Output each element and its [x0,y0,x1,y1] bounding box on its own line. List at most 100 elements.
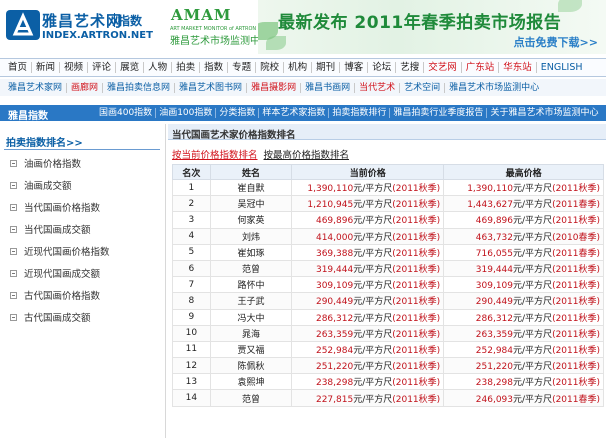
current-price-value: 227,815 [315,394,354,405]
artist-name-link[interactable]: 陈佩秋 [209,357,293,375]
ranking-table-body: 1 崔自默 1,390,110元/平方尺(2011秋季) 1,390,110元/平方尺… [172,178,604,407]
sub-nav-item[interactable]: 雅昌摄影网 [247,82,302,93]
main-nav-item[interactable]: 广东站 [462,62,500,73]
main-nav-item[interactable]: ENGLISH [537,62,587,73]
current-price-value: 290,449 [315,297,354,308]
site-logo[interactable]: 雅昌艺术网 指数 INDEX.ARTRON.NET [2,4,153,48]
current-price-cell: 319,444元/平方尺(2011秋季) [291,259,445,278]
index-section-link[interactable]: 样本艺术家指数 [259,108,330,118]
highest-price-cell: 290,449元/平方尺(2011秋季) [443,292,604,310]
sidebar-item[interactable]: 古代国画价格指数 [10,288,100,302]
artist-name-link[interactable]: 贾又福 [209,340,293,359]
artist-name-link[interactable]: 崔自默 [209,178,293,197]
main-nav-item[interactable]: 交艺网 [424,62,462,73]
price-unit: 元/平方尺 [513,281,553,292]
main-nav-item[interactable]: 院校 [256,62,285,73]
current-price-cell: 369,388元/平方尺(2011秋季) [291,243,445,261]
current-price-season: (2011秋季) [392,362,441,373]
artist-name-link[interactable]: 晁海 [209,324,293,342]
index-section-link[interactable]: 关于雅昌艺术市场监测中心 [487,108,601,118]
amam-logo[interactable]: AMAM ART MARKET MONITOR of ARTRON 雅昌艺术市场… [168,2,270,52]
sidebar-item[interactable]: 近现代国画价格指数 [10,244,110,258]
tab-highest-price[interactable]: 按最高价格指数排名 [264,147,350,161]
report-banner[interactable]: 最新发布 2011年春季拍卖市场报告 点击免费下载>> [258,0,606,54]
current-price-season: (2011秋季) [392,216,441,227]
main-nav-item[interactable]: 期刊 [312,62,341,73]
sidebar-item[interactable]: 油画价格指数 [10,156,81,170]
artist-name-link[interactable]: 路怀中 [209,276,293,294]
sidebar-item[interactable]: 近现代国画成交额 [10,266,100,280]
current-price-season: (2011秋季) [392,232,441,243]
main-nav-item[interactable]: 人物 [144,62,173,73]
price-unit: 元/平方尺 [353,232,393,243]
main-nav-item[interactable]: 首页 [4,62,33,73]
artist-name-link[interactable]: 王子武 [209,292,293,310]
index-section-link[interactable]: 分类指数 [216,108,260,118]
index-section-link[interactable]: 拍卖指数排行 [329,108,391,118]
banner-download-link[interactable]: 点击免费下载>> [514,34,598,50]
index-section-link[interactable]: 国画400指数 [96,108,157,118]
main-nav-item[interactable]: 华东站 [499,62,537,73]
sub-nav-item[interactable]: 当代艺术 [355,82,401,93]
highest-price-cell: 238,298元/平方尺(2011秋季) [443,373,604,391]
main-nav-item[interactable]: 拍卖 [172,62,201,73]
sub-nav-item[interactable]: 雅昌艺术图书网 [175,82,248,93]
rank-cell: 1 [172,178,211,197]
current-price-cell: 238,298元/平方尺(2011秋季) [291,373,445,391]
price-unit: 元/平方尺 [513,378,553,389]
main-nav-item[interactable]: 新闻 [32,62,61,73]
sub-nav-item[interactable]: 雅昌艺术家网 [4,82,68,93]
price-unit: 元/平方尺 [513,345,553,356]
artist-name-link[interactable]: 刘炜 [209,227,293,245]
highest-price-season: (2011春季) [552,394,600,405]
index-section-link[interactable]: 雅昌拍卖行业季度报告 [390,108,488,118]
sidebar-heading[interactable]: 拍卖指数排名>> [6,134,83,149]
highest-price-season: (2011秋季) [552,281,600,292]
expand-box-icon [10,291,17,299]
highest-price-cell: 251,220元/平方尺(2011秋季) [443,357,604,375]
rank-cell: 13 [172,373,211,391]
current-price-season: (2011秋季) [392,394,441,405]
artist-name-link[interactable]: 范曾 [209,259,293,278]
current-price-season: (2011秋季) [392,200,441,211]
artist-name-link[interactable]: 袁熙坤 [209,373,293,391]
artist-name-link[interactable]: 崔如琢 [209,243,293,261]
rank-cell: 5 [172,243,211,261]
sub-nav-item[interactable]: 画廊网 [67,82,104,93]
rank-cell: 14 [172,389,211,407]
main-nav-item[interactable]: 指数 [200,62,229,73]
main-nav-item[interactable]: 博客 [340,62,369,73]
artist-name-link[interactable]: 范曾 [209,389,293,407]
main-nav-item[interactable]: 专题 [228,62,257,73]
logo-chinese-name: 雅昌艺术网 [42,12,123,30]
tab-current-price[interactable]: 按当前价格指数排名 [172,147,258,161]
main-nav-item[interactable]: 评论 [88,62,117,73]
table-row: 10 晁海 263,359元/平方尺(2011秋季) 263,359元/平方尺(201… [172,324,604,342]
rank-cell: 9 [172,308,211,326]
current-price-cell: 1,210,945元/平方尺(2011秋季) [291,195,445,213]
sub-nav-item[interactable]: 艺术空间 [400,82,446,93]
main-nav-item[interactable]: 展览 [116,62,145,73]
artist-name-link[interactable]: 何家英 [209,211,293,229]
index-section-link[interactable]: 油画100指数 [156,108,217,118]
sidebar-item[interactable]: 古代国画成交额 [10,310,91,324]
sub-nav: 雅昌艺术家网 画廊网 雅昌拍卖信息网 雅昌艺术图书网 雅昌摄影网 雅昌书画网 当代艺术 艺术空… [0,79,606,96]
main-nav-item[interactable]: 视频 [60,62,89,73]
main-nav-item[interactable]: 机构 [284,62,313,73]
artist-name-link[interactable]: 冯大中 [209,308,293,326]
sub-nav-item[interactable]: 雅昌拍卖信息网 [103,82,176,93]
price-unit: 元/平方尺 [513,265,553,276]
highest-price-cell: 469,896元/平方尺(2011秋季) [443,211,604,229]
current-price-cell: 251,220元/平方尺(2011秋季) [291,357,445,375]
artist-name-link[interactable]: 吴冠中 [209,195,293,213]
highest-price-cell: 1,390,110元/平方尺(2011秋季) [443,178,604,197]
sidebar-item[interactable]: 油画成交额 [10,178,72,192]
main-nav-item[interactable]: 论坛 [368,62,397,73]
highest-price-season: (2011秋季) [552,216,600,227]
logo-index-label: 指数 [118,14,143,28]
sidebar-item[interactable]: 当代国画价格指数 [10,200,100,214]
main-nav-item[interactable]: 艺搜 [396,62,425,73]
sub-nav-item[interactable]: 雅昌书画网 [301,82,356,93]
sub-nav-item[interactable]: 雅昌艺术市场监测中心 [445,83,543,93]
sidebar-item[interactable]: 当代国画成交额 [10,222,91,236]
